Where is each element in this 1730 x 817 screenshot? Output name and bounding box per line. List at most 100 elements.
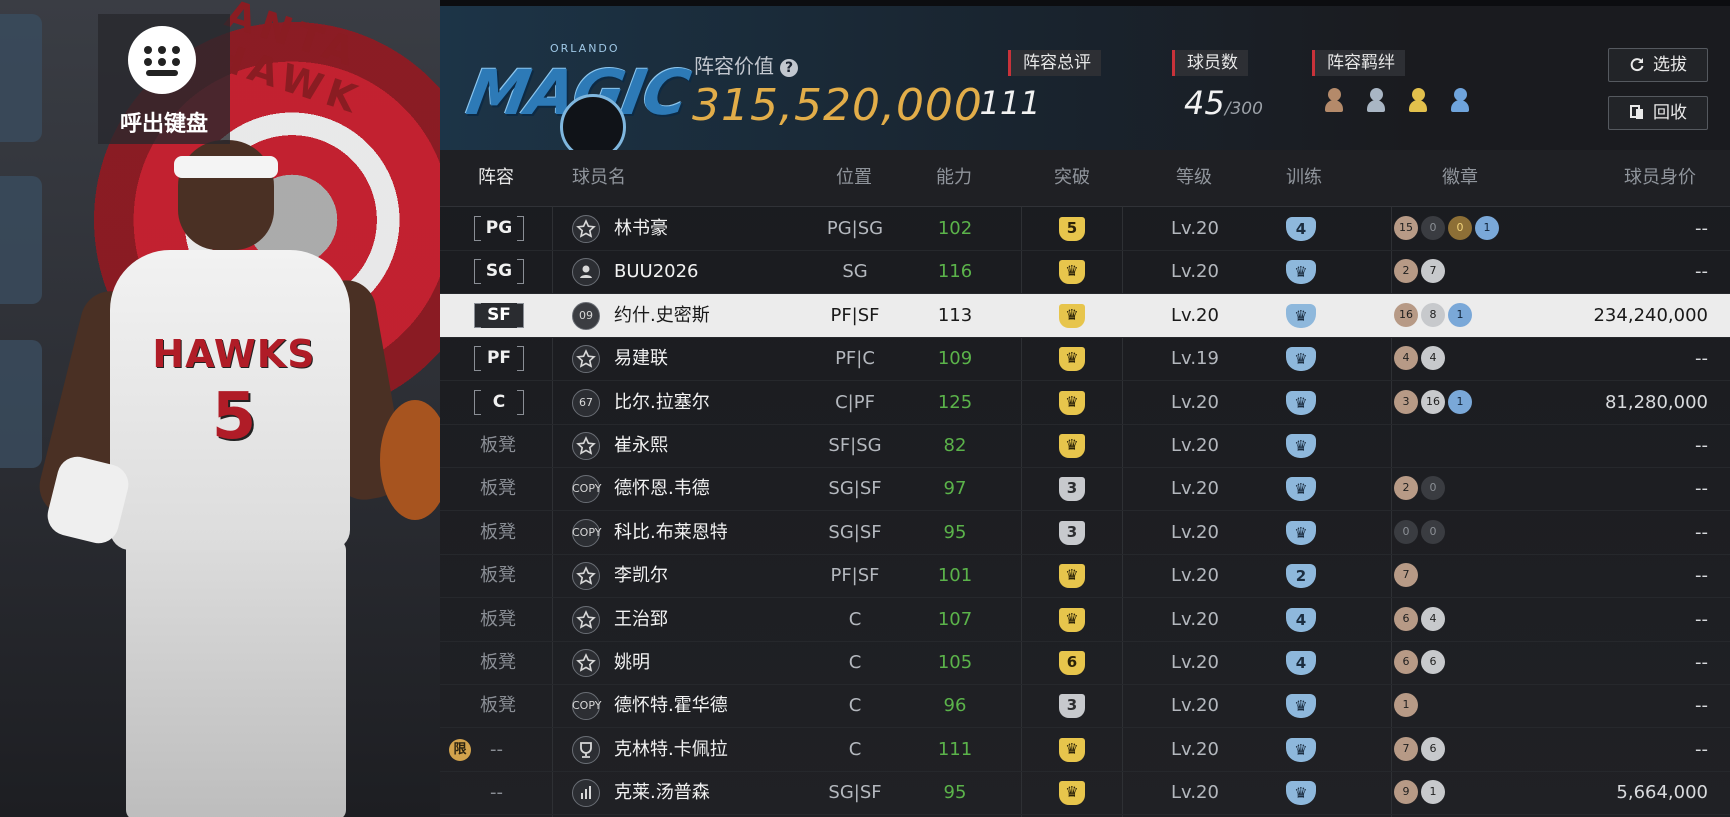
badge-count[interactable]: 6 [1421, 736, 1445, 761]
player-name[interactable]: 崔永熙 [614, 424, 668, 467]
bond-bronze-icon[interactable] [1322, 88, 1352, 116]
table-row[interactable]: -- 克莱.汤普森 SG|SF 95 ♛ Lv.20 ♛ 91 5,664,00… [440, 771, 1730, 816]
table-row[interactable]: SG BUU2026 SG 116 ♛ Lv.20 ♛ 27 -- [440, 250, 1730, 295]
badge-count[interactable]: 3 [1394, 389, 1418, 414]
breakthrough-badge[interactable]: 6 [1059, 651, 1085, 675]
badge-count[interactable]: 6 [1421, 650, 1445, 674]
lineup-bench-label[interactable]: 板凳 [480, 684, 560, 727]
select-button[interactable]: 选拔 [1608, 48, 1708, 82]
lineup-bench-label[interactable]: 板凳 [480, 598, 560, 641]
table-row[interactable]: PG 林书豪 PG|SG 102 5 Lv.20 4 15 0 0 1 -- [440, 207, 1730, 251]
player-name[interactable]: 约什.史密斯 [614, 294, 710, 337]
player-name[interactable]: 李凯尔 [614, 554, 668, 597]
side-tool-button-3[interactable] [0, 340, 42, 468]
table-row[interactable]: 板凳 COPY 科比.布莱恩特 SG|SF 95 3 Lv.20 ♛ 00 -- [440, 511, 1730, 555]
table-row[interactable]: 板凳 COPY 德怀特.霍华德 C 96 3 Lv.20 ♛ 1 -- [440, 684, 1730, 729]
bond-blue-icon[interactable] [1448, 88, 1478, 116]
badge-count[interactable]: 15 [1394, 216, 1418, 240]
training-badge[interactable]: 4 [1286, 217, 1316, 241]
breakthrough-badge[interactable]: 3 [1059, 694, 1085, 719]
training-badge[interactable]: ♛ [1286, 520, 1316, 545]
column-breakthrough[interactable]: 突破 [1054, 150, 1090, 206]
training-badge[interactable]: 4 [1286, 607, 1316, 632]
lineup-bench-label[interactable]: 板凳 [480, 641, 560, 684]
badge-count[interactable]: 1 [1475, 216, 1499, 240]
training-badge[interactable]: ♛ [1286, 347, 1316, 372]
badge-count[interactable]: 4 [1421, 606, 1445, 631]
breakthrough-badge[interactable]: 3 [1059, 520, 1085, 545]
table-row[interactable]: 板凳 崔永熙 SF|SG 82 ♛ Lv.20 ♛ -- [440, 424, 1730, 468]
bond-gold-icon[interactable] [1406, 88, 1436, 116]
badge-count[interactable]: 16 [1394, 302, 1418, 327]
training-badge[interactable]: 4 [1286, 651, 1316, 675]
breakthrough-badge[interactable]: ♛ [1059, 347, 1085, 372]
badge-count[interactable]: 2 [1394, 259, 1418, 284]
badge-count[interactable]: 0 [1421, 216, 1445, 240]
lineup-bench-label[interactable]: 板凳 [480, 424, 560, 467]
player-name[interactable]: 易建联 [614, 337, 668, 380]
training-badge[interactable]: ♛ [1286, 260, 1316, 285]
recycle-button[interactable]: 回收 [1608, 96, 1708, 130]
table-row[interactable]: 限 -- 克林特.卡佩拉 C 111 ♛ Lv.20 ♛ 76 -- [440, 728, 1730, 772]
breakthrough-badge[interactable]: ♛ [1059, 434, 1085, 458]
lineup-bench-label[interactable]: 板凳 [480, 511, 560, 554]
lineup-bench-label[interactable]: 板凳 [480, 554, 560, 597]
badge-count[interactable]: 0 [1421, 476, 1445, 501]
player-name[interactable]: 王治郅 [614, 598, 668, 641]
breakthrough-badge[interactable]: ♛ [1059, 390, 1085, 415]
player-name[interactable]: 德怀特.霍华德 [614, 684, 728, 727]
player-name[interactable]: 科比.布莱恩特 [614, 511, 728, 554]
training-badge[interactable]: ♛ [1286, 781, 1316, 806]
player-name[interactable]: 姚明 [614, 641, 650, 684]
player-name[interactable]: 比尔.拉塞尔 [614, 381, 710, 424]
table-row[interactable]: 板凳 COPY 德怀恩.韦德 SG|SF 97 3 Lv.20 ♛ 20 -- [440, 467, 1730, 512]
badge-count[interactable]: 4 [1421, 346, 1445, 371]
column-position[interactable]: 位置 [836, 150, 872, 206]
breakthrough-badge[interactable]: ♛ [1059, 260, 1085, 285]
help-icon[interactable]: ? [780, 59, 798, 77]
bond-silver-icon[interactable] [1364, 88, 1394, 116]
player-name[interactable]: 克林特.卡佩拉 [614, 728, 728, 771]
training-badge[interactable]: ♛ [1286, 434, 1316, 458]
side-tool-button-1[interactable] [0, 14, 42, 142]
show-keyboard-button[interactable]: 呼出键盘 [98, 14, 230, 144]
player-name[interactable]: 林书豪 [614, 207, 668, 250]
breakthrough-badge[interactable]: 5 [1059, 217, 1085, 241]
breakthrough-badge[interactable]: ♛ [1059, 781, 1085, 806]
badge-count[interactable]: 9 [1394, 780, 1418, 805]
badge-count[interactable]: 1 [1448, 389, 1472, 414]
badge-count[interactable]: 0 [1421, 519, 1445, 544]
table-row[interactable]: 板凳 姚明 C 105 6 Lv.20 4 66 -- [440, 641, 1730, 685]
column-training[interactable]: 训练 [1286, 150, 1322, 206]
training-badge[interactable]: ♛ [1286, 737, 1316, 762]
player-name[interactable]: 克莱.汤普森 [614, 771, 710, 814]
table-row[interactable]: C 67 比尔.拉塞尔 C|PF 125 ♛ Lv.20 ♛ 3 16 1 81,2… [440, 381, 1730, 425]
lineup-bench-label[interactable]: 板凳 [480, 467, 560, 510]
training-badge[interactable]: 2 [1286, 564, 1316, 589]
lineup-position-badge[interactable]: SF [474, 302, 524, 328]
table-row[interactable]: 板凳 李凯尔 PF|SF 101 ♛ Lv.20 2 7 -- [440, 554, 1730, 599]
badge-count[interactable]: 0 [1448, 216, 1472, 240]
column-level[interactable]: 等级 [1176, 150, 1212, 206]
lineup-position-badge[interactable]: SG [474, 259, 524, 285]
badge-count[interactable]: 8 [1421, 302, 1445, 327]
training-badge[interactable]: ♛ [1286, 694, 1316, 719]
table-row[interactable]: PF 易建联 PF|C 109 ♛ Lv.19 ♛ 44 -- [440, 337, 1730, 382]
column-lineup[interactable]: 阵容 [478, 150, 514, 206]
roster-bonds-icons[interactable] [1322, 88, 1485, 118]
breakthrough-badge[interactable]: ♛ [1059, 737, 1085, 762]
breakthrough-badge[interactable]: ♛ [1059, 607, 1085, 632]
side-tool-button-2[interactable] [0, 176, 42, 304]
breakthrough-badge[interactable]: ♛ [1059, 303, 1085, 328]
training-badge[interactable]: ♛ [1286, 303, 1316, 328]
player-name[interactable]: 德怀恩.韦德 [614, 467, 710, 510]
badge-count[interactable]: 0 [1394, 519, 1418, 544]
column-ability[interactable]: 能力 [936, 150, 972, 206]
column-player-value[interactable]: 球员身价 [1624, 150, 1696, 206]
badge-count[interactable]: 7 [1421, 259, 1445, 284]
badge-count[interactable]: 6 [1394, 606, 1418, 631]
badge-count[interactable]: 1 [1421, 780, 1445, 805]
player-name[interactable]: BUU2026 [614, 250, 699, 293]
breakthrough-badge[interactable]: ♛ [1059, 564, 1085, 589]
breakthrough-badge[interactable]: 3 [1059, 477, 1085, 502]
